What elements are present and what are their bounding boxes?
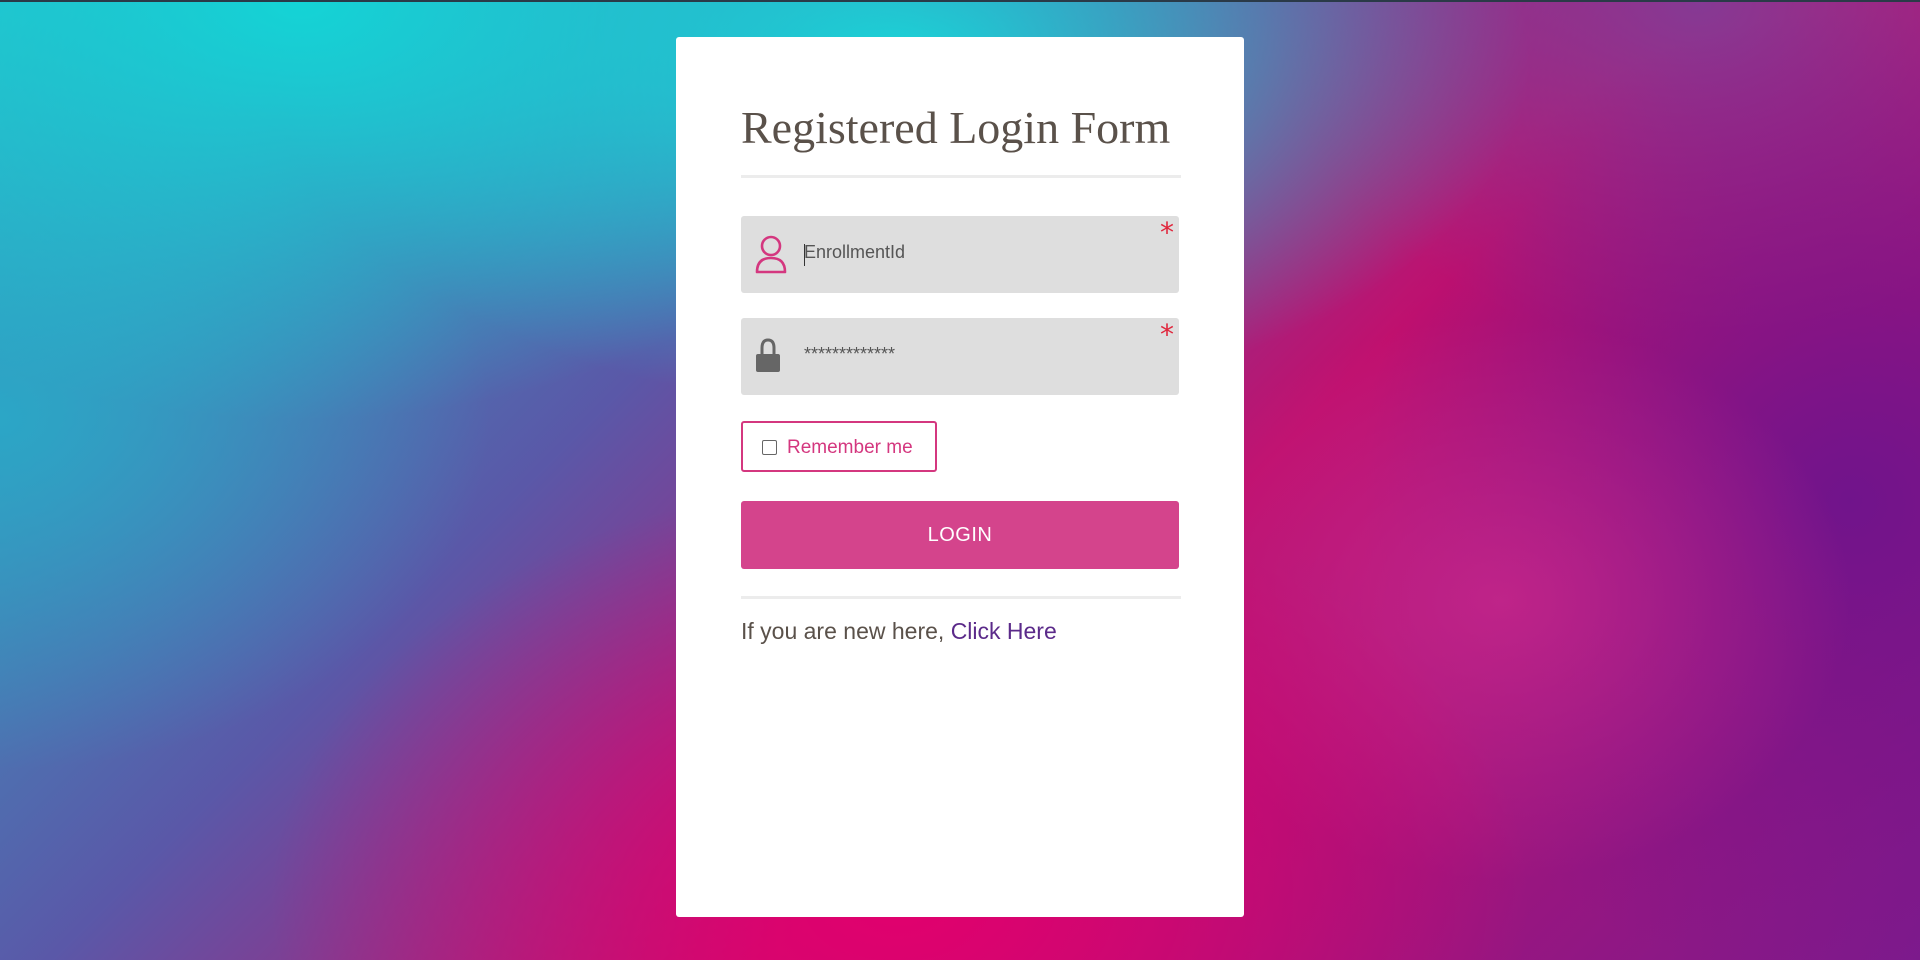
- remember-me-label: Remember me: [787, 437, 913, 458]
- footer-divider: [741, 596, 1181, 599]
- required-asterisk: *: [1160, 318, 1174, 351]
- required-asterisk: *: [1160, 216, 1174, 249]
- password-input[interactable]: *************: [804, 344, 895, 365]
- lock-icon: [756, 338, 780, 372]
- register-prompt-text: If you are new here,: [741, 618, 945, 644]
- remember-me-toggle[interactable]: Remember me: [741, 421, 937, 472]
- register-prompt: If you are new here, Click Here: [741, 618, 1057, 645]
- text-cursor: [804, 244, 805, 266]
- form-title: Registered Login Form: [741, 102, 1171, 153]
- title-divider: [741, 175, 1181, 178]
- top-border: [0, 0, 1920, 2]
- password-field[interactable]: ************* *: [741, 318, 1179, 395]
- user-icon: [755, 235, 787, 274]
- enrollment-input[interactable]: EnrollmentId: [804, 242, 905, 263]
- click-here-link[interactable]: Click Here: [951, 618, 1057, 644]
- login-button[interactable]: LOGIN: [741, 501, 1179, 569]
- enrollment-field[interactable]: EnrollmentId *: [741, 216, 1179, 293]
- remember-me-checkbox[interactable]: [762, 440, 777, 455]
- login-card: Registered Login Form EnrollmentId * ***…: [676, 37, 1244, 917]
